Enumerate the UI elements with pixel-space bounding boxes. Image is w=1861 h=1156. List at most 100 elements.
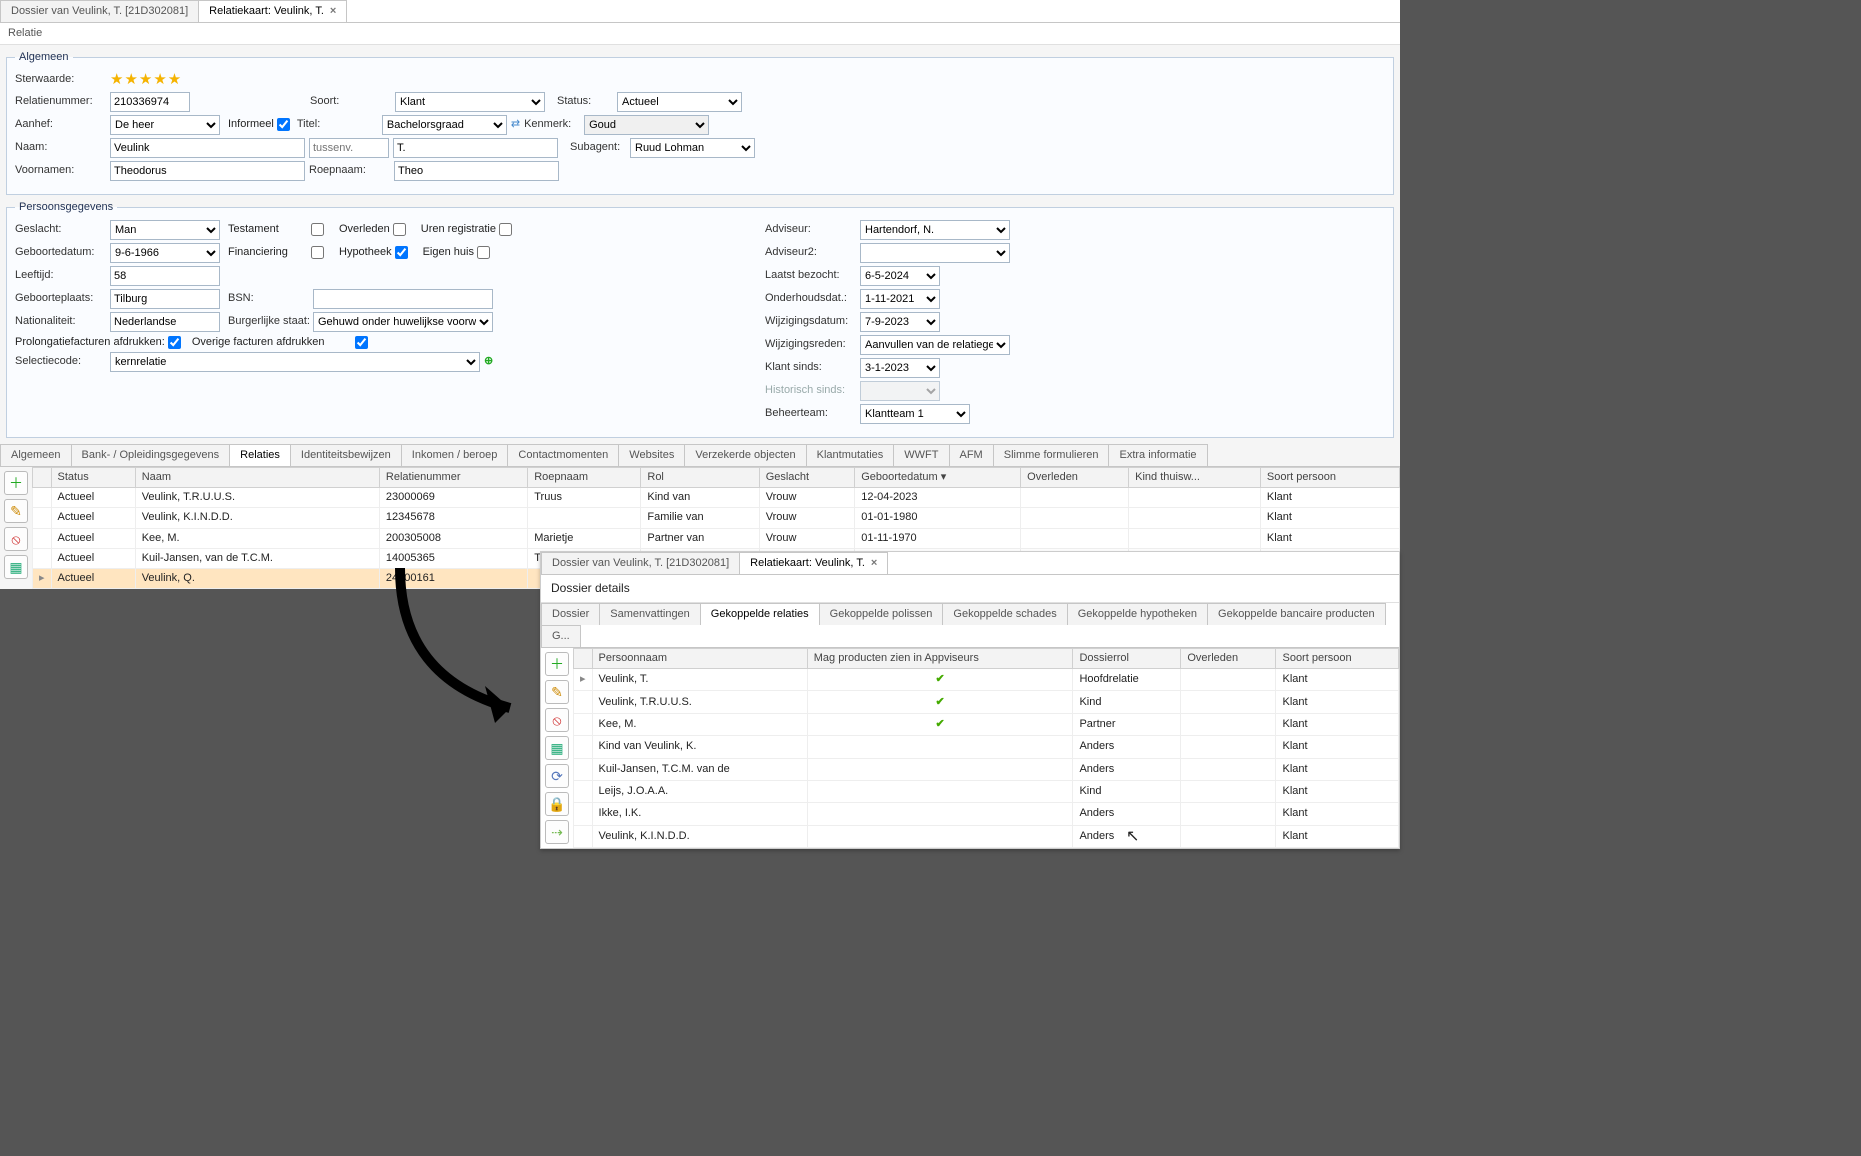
table-row[interactable]: Kuil-Jansen, T.C.M. van deAndersKlant [574,758,1399,780]
table-row[interactable]: Kind van Veulink, K.AndersKlant [574,736,1399,758]
detail-tab-12[interactable]: Extra informatie [1108,444,1207,466]
detail-tab-3[interactable]: Identiteitsbewijzen [290,444,402,466]
checkbox-informeel[interactable] [277,118,290,131]
detail-tab-6[interactable]: Websites [618,444,685,466]
dossier-details-window: Dossier van Veulink, T. [21D302081] Rela… [540,551,1400,849]
detail-tabs: AlgemeenBank- / OpleidingsgegevensRelati… [0,444,1400,467]
detail-tab-5[interactable]: Contactmomenten [507,444,619,466]
detail-tab-11[interactable]: Slimme formulieren [993,444,1110,466]
star-rating[interactable]: ★★★★★ [110,71,182,89]
select-aanhef[interactable]: De heer [110,115,220,135]
delete-button[interactable]: ⦸ [4,527,28,551]
select-beheerteam[interactable]: Klantteam 1 [860,404,970,424]
checkbox-prolongatie[interactable] [168,336,181,349]
input-bsn[interactable] [313,289,493,309]
ov-add-button[interactable]: ＋ [545,652,569,676]
select-burgerlijkestaat[interactable]: Gehuwd onder huwelijkse voorwaarden [313,312,493,332]
detail-tab-7[interactable]: Verzekerde objecten [684,444,806,466]
checkbox-overleden[interactable] [393,223,406,236]
checkbox-hypotheek[interactable] [395,246,408,259]
detail-tab-10[interactable]: AFM [949,444,994,466]
select-titel[interactable]: Bachelorsgraad [382,115,507,135]
table-row[interactable]: ActueelKee, M.200305008MarietjePartner v… [33,528,1400,548]
select-onderhoudsdatum[interactable]: 1-11-2021 [860,289,940,309]
check-icon: ✔ [935,696,944,708]
tab-relatiekaart[interactable]: Relatiekaart: Veulink, T.× [198,0,347,22]
detail-tab-2[interactable]: Relaties [229,444,291,466]
check-icon: ✔ [935,673,944,685]
ov-detail-tab-4[interactable]: Gekoppelde schades [942,603,1067,625]
close-icon[interactable]: × [871,557,877,570]
ov-tab-relatiekaart[interactable]: Relatiekaart: Veulink, T.× [739,552,888,574]
swap-icon[interactable]: ⇄ [511,118,520,131]
gekoppelde-relaties-grid[interactable]: PersoonnaamMag producten zien in Appvise… [573,648,1399,848]
ov-tab-dossier[interactable]: Dossier van Veulink, T. [21D302081] [541,552,740,574]
ov-detail-tab-7[interactable]: G... [541,625,581,647]
table-row[interactable]: Kee, M.✔PartnerKlant [574,713,1399,735]
checkbox-eigenhuis[interactable] [477,246,490,259]
select-adviseur2[interactable] [860,243,1010,263]
select-geboortedatum[interactable]: 9-6-1966 [110,243,220,263]
input-nationaliteit[interactable] [110,312,220,332]
input-leeftijd[interactable] [110,266,220,286]
label-sterwaarde: Sterwaarde: [15,73,110,86]
edit-button[interactable]: ✎ [4,499,28,523]
input-voornamen[interactable] [110,161,305,181]
add-button[interactable]: ＋ [4,471,28,495]
ov-edit-button[interactable]: ✎ [545,680,569,704]
dossier-detail-tabs: DossierSamenvattingenGekoppelde relaties… [541,603,1399,648]
table-row[interactable]: Ikke, I.K.AndersKlant [574,803,1399,825]
ov-export-button[interactable]: ▦ [545,736,569,760]
select-laatstbezocht[interactable]: 6-5-2024 [860,266,940,286]
ov-delete-button[interactable]: ⦸ [545,708,569,732]
select-status[interactable]: Actueel [617,92,742,112]
select-klantsinds[interactable]: 3-1-2023 [860,358,940,378]
checkbox-uren[interactable] [499,223,512,236]
detail-tab-9[interactable]: WWFT [893,444,949,466]
input-initialen[interactable] [393,138,558,158]
checkbox-testament[interactable] [311,223,324,236]
select-soort[interactable]: Klant [395,92,545,112]
input-naam[interactable] [110,138,305,158]
table-row[interactable]: ActueelVeulink, T.R.U.U.S.23000069TruusK… [33,488,1400,508]
input-roepnaam[interactable] [394,161,559,181]
ov-detail-tab-2[interactable]: Gekoppelde relaties [700,603,820,625]
select-kenmerk[interactable]: Goud [584,115,709,135]
ov-lock-button[interactable]: 🔒 [545,792,569,816]
table-row[interactable]: Leijs, J.O.A.A.KindKlant [574,780,1399,802]
detail-tab-0[interactable]: Algemeen [0,444,72,466]
select-subagent[interactable]: Ruud Lohman [630,138,755,158]
checkbox-overige[interactable] [355,336,368,349]
input-relatienummer[interactable] [110,92,190,112]
select-wijzigingsreden[interactable]: Aanvullen van de relatiegegevens [860,335,1010,355]
checkbox-financiering[interactable] [311,246,324,259]
arrow-icon [360,558,560,738]
fieldset-persoonsgegevens: Persoonsgegevens Geslacht: Man Testament… [6,201,1394,438]
ov-detail-tab-5[interactable]: Gekoppelde hypotheken [1067,603,1208,625]
ov-detail-tab-1[interactable]: Samenvattingen [599,603,701,625]
select-geslacht[interactable]: Man [110,220,220,240]
select-adviseur[interactable]: Hartendorf, N. [860,220,1010,240]
input-tussenvoegsel[interactable] [309,138,389,158]
ov-refresh-button[interactable]: ⟳ [545,764,569,788]
table-row[interactable]: Veulink, K.I.N.D.D.AndersKlant [574,825,1399,847]
table-row[interactable]: Veulink, T.R.U.U.S.✔KindKlant [574,691,1399,713]
detail-tab-1[interactable]: Bank- / Opleidingsgegevens [71,444,231,466]
select-selectiecode[interactable]: kernrelatie [110,352,480,372]
menu-relatie[interactable]: Relatie [0,23,1400,45]
close-icon[interactable]: × [330,5,336,18]
fieldset-algemeen: Algemeen Sterwaarde: ★★★★★ Relatienummer… [6,51,1394,194]
ov-detail-tab-6[interactable]: Gekoppelde bancaire producten [1207,603,1386,625]
detail-tab-4[interactable]: Inkomen / beroep [401,444,509,466]
input-geboorteplaats[interactable] [110,289,220,309]
tab-dossier[interactable]: Dossier van Veulink, T. [21D302081] [0,0,199,22]
detail-tab-8[interactable]: Klantmutaties [806,444,895,466]
table-row[interactable]: ▸Veulink, T.✔HoofdrelatieKlant [574,669,1399,691]
select-wijzigingsdatum[interactable]: 7-9-2023 [860,312,940,332]
ov-link-button[interactable]: ⇢ [545,820,569,844]
table-row[interactable]: ActueelVeulink, K.I.N.D.D.12345678Famili… [33,508,1400,528]
ov-detail-tab-0[interactable]: Dossier [541,603,600,625]
export-button[interactable]: ▦ [4,555,28,579]
add-icon[interactable]: ⊕ [484,355,493,368]
ov-detail-tab-3[interactable]: Gekoppelde polissen [819,603,944,625]
